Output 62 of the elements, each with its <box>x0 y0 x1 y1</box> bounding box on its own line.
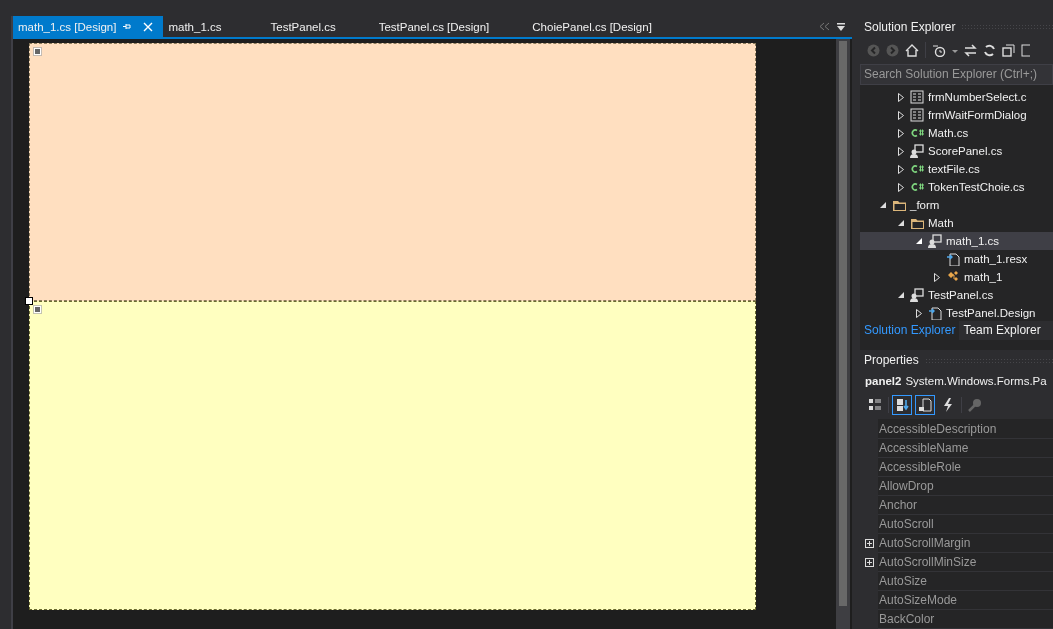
home-icon[interactable] <box>905 44 919 57</box>
property-page-icon <box>918 398 932 413</box>
object-name: panel2 <box>865 375 902 388</box>
tree-item[interactable]: TestPanel.Design <box>860 304 1053 322</box>
sort-az-icon <box>895 398 909 413</box>
tree-item[interactable]: frmWaitFormDialog <box>860 106 1053 125</box>
user-control-icon <box>910 288 924 303</box>
panel-title: Properties <box>864 353 919 368</box>
form-icon <box>910 90 924 105</box>
document-tab[interactable]: ChoiePanel.cs [Design] <box>527 16 660 37</box>
tree-item[interactable]: math_1.cs <box>860 232 1053 251</box>
panel-tab[interactable]: Team Explorer <box>959 321 1045 341</box>
dropdown-icon[interactable] <box>836 21 846 32</box>
panel-tab[interactable]: Solution Explorer <box>860 321 960 341</box>
tree-item[interactable]: _form <box>860 196 1053 215</box>
expanded-arrow-icon[interactable] <box>879 201 887 209</box>
tree-item[interactable]: math_1 <box>860 268 1053 287</box>
form-icon <box>910 108 924 123</box>
tree-item[interactable]: TokenTestChoie.cs <box>860 178 1053 197</box>
pin-icon[interactable] <box>122 22 132 31</box>
tree-item[interactable]: Math <box>860 214 1053 233</box>
categorized-icon <box>868 398 882 413</box>
lightning-icon <box>941 398 955 413</box>
user-control-icon <box>928 234 942 249</box>
toolbar-button[interactable] <box>892 395 912 416</box>
refresh-icon[interactable] <box>983 44 996 57</box>
resource-file-icon <box>928 306 942 321</box>
resource-file-icon <box>946 252 960 267</box>
chevron-left-icon[interactable] <box>818 22 830 31</box>
move-grip-icon[interactable] <box>33 305 42 314</box>
tree-item[interactable]: TestPanel.cs <box>860 286 1053 305</box>
folder-icon <box>892 198 906 213</box>
expanded-arrow-icon[interactable] <box>897 291 905 299</box>
user-control-icon <box>910 144 924 159</box>
toolbar-button[interactable] <box>915 395 935 416</box>
collapsed-arrow-icon[interactable] <box>916 308 922 318</box>
sync-icon[interactable] <box>964 44 977 57</box>
move-grip-icon[interactable] <box>33 47 42 56</box>
object-type: System.Windows.Forms.Pa <box>905 375 1047 388</box>
close-icon[interactable] <box>143 21 154 32</box>
document-tab[interactable]: math_1.cs [Design] <box>13 16 164 37</box>
tree-item[interactable]: math_1.resx <box>860 250 1053 269</box>
document-tab[interactable]: math_1.cs <box>163 16 230 37</box>
collapsed-arrow-icon[interactable] <box>934 272 940 282</box>
key-icon <box>968 398 982 413</box>
expand-icon[interactable] <box>864 558 874 567</box>
clock-icon[interactable] <box>932 44 946 57</box>
expanded-arrow-icon[interactable] <box>915 237 923 245</box>
folder-icon <box>910 216 924 231</box>
document-tab[interactable]: TestPanel.cs [Design] <box>373 16 498 37</box>
collapse-icon[interactable] <box>1002 44 1015 57</box>
tree-item[interactable]: Math.cs <box>860 124 1053 143</box>
tree-item[interactable]: ScorePanel.cs <box>860 142 1053 161</box>
tree-item[interactable]: frmNumberSelect.c <box>860 88 1053 107</box>
tree-item[interactable]: textFile.cs <box>860 160 1053 179</box>
document-tab[interactable]: TestPanel.cs <box>265 16 344 37</box>
panel-title: Solution Explorer <box>864 19 956 34</box>
expanded-arrow-icon[interactable] <box>897 219 905 227</box>
scrollbar[interactable] <box>836 39 850 629</box>
resize-handle[interactable] <box>25 297 33 305</box>
search-field[interactable]: Search Solution Explorer (Ctrl+;) <box>860 63 1053 86</box>
expand-icon[interactable] <box>864 539 874 548</box>
